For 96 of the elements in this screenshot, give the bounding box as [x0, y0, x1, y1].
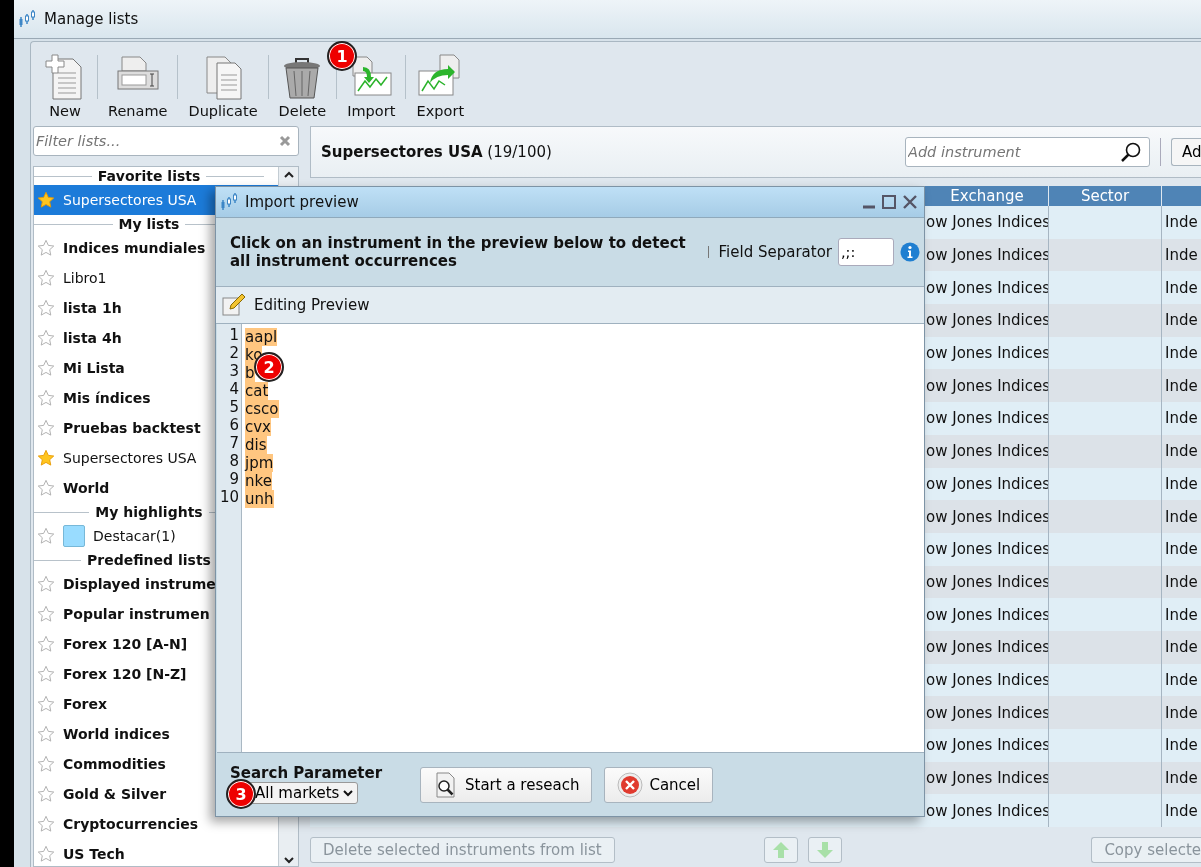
line-number: 8 [229, 452, 240, 470]
star-icon[interactable] [37, 419, 55, 437]
editing-preview-label: Editing Preview [254, 296, 370, 314]
star-icon[interactable] [37, 575, 55, 593]
table-cell-text: Inde [1164, 245, 1199, 267]
cancel-button[interactable]: Cancel [604, 766, 714, 803]
star-icon[interactable] [37, 845, 55, 863]
table-cell-text: Inde [1164, 768, 1199, 790]
list-item[interactable]: Cryptocurrencies [34, 809, 278, 839]
instrument-text[interactable]: csco [245, 400, 279, 418]
table-cell-text: Inde [1164, 637, 1199, 659]
star-icon[interactable] [37, 329, 55, 347]
table-cell-text: Inde [1164, 604, 1199, 626]
line-number: 1 [229, 326, 240, 344]
line-number: 2 [229, 344, 240, 362]
instrument-text[interactable]: cat [245, 382, 269, 400]
app-logo-icon [18, 9, 38, 29]
table-cell-text: Inde [1164, 343, 1199, 365]
instrument-text[interactable]: unh [245, 490, 274, 508]
star-icon[interactable] [37, 389, 55, 407]
duplicate-button[interactable]: Duplicate [182, 47, 264, 121]
line-number: 7 [229, 434, 240, 452]
star-icon[interactable] [37, 359, 55, 377]
star-icon[interactable] [37, 191, 55, 209]
table-cell-text: Inde [1164, 310, 1199, 332]
instrument-text[interactable]: cvx [245, 418, 271, 436]
star-icon[interactable] [37, 695, 55, 713]
down-arrow-icon [816, 841, 835, 859]
table-cell-text: Inde [1164, 441, 1199, 463]
table-cell-text: Inde [1164, 506, 1199, 528]
clear-icon [279, 135, 291, 147]
rename-button[interactable]: Rename [102, 47, 174, 121]
line-number: 10 [219, 488, 240, 506]
table-cell-text: Inde [1164, 408, 1199, 430]
instrument-text[interactable]: dis [245, 436, 267, 454]
table-cell-text: Inde [1164, 539, 1199, 561]
star-icon[interactable] [37, 605, 55, 623]
instruction-text: Click on an instrument in the preview below to detect all instrument occurrences [230, 234, 687, 270]
cancel-icon [617, 771, 644, 798]
instrument-text[interactable]: aapl [245, 328, 278, 346]
add-button[interactable]: Ad [1171, 138, 1201, 166]
star-icon[interactable] [37, 815, 55, 833]
group-header: Favorite lists [97, 168, 201, 184]
add-instrument-field[interactable]: Add instrument [905, 137, 1150, 167]
line-number: 9 [229, 470, 240, 488]
line-number: 6 [229, 416, 240, 434]
table-cell-text: Inde [1164, 800, 1199, 822]
list-title: Supersectores USA (19/100) [321, 143, 553, 161]
group-header: My lists [118, 216, 180, 232]
new-button[interactable]: New [37, 47, 93, 121]
star-icon[interactable] [37, 239, 55, 257]
star-icon[interactable] [37, 479, 55, 497]
star-icon[interactable] [37, 269, 55, 287]
move-down-button[interactable] [808, 837, 843, 863]
field-separator-field[interactable]: ,;: [838, 238, 894, 266]
star-icon[interactable] [37, 635, 55, 653]
pencil-icon [222, 293, 246, 317]
line-number: 5 [229, 398, 240, 416]
group-header: Predefined lists [87, 552, 211, 568]
instrument-text[interactable]: nke [245, 472, 272, 490]
close-icon[interactable] [902, 194, 918, 210]
up-arrow-icon [772, 841, 791, 859]
search-parameter-label: Search Parameter [230, 763, 384, 782]
table-cell-text: Inde [1164, 277, 1199, 299]
field-separator-label: Field Separator [718, 243, 832, 261]
table-cell-text: Inde [1164, 375, 1199, 397]
line-number: 3 [229, 362, 240, 380]
star-icon[interactable] [37, 449, 55, 467]
window-title: Manage lists [44, 10, 139, 28]
info-icon[interactable] [900, 242, 920, 262]
table-cell-text: Inde [1164, 571, 1199, 593]
table-cell-text: Inde [1164, 212, 1199, 234]
caret-icon [343, 788, 354, 797]
line-number: 4 [229, 380, 240, 398]
star-icon[interactable] [37, 785, 55, 803]
search-icon [1120, 141, 1142, 163]
maximize-icon[interactable] [881, 194, 897, 210]
filter-field[interactable]: Filter lists... [33, 126, 299, 156]
instrument-text[interactable]: jpm [245, 454, 274, 472]
market-select[interactable]: All markets [248, 781, 359, 804]
star-icon[interactable] [37, 665, 55, 683]
group-header: My highlights [95, 504, 203, 520]
list-item[interactable]: US Tech [34, 839, 278, 866]
star-icon[interactable] [37, 299, 55, 317]
star-icon[interactable] [37, 527, 55, 545]
app-logo-icon [220, 192, 240, 212]
star-icon[interactable] [37, 755, 55, 773]
move-up-button[interactable] [764, 837, 799, 863]
table-cell-text: Inde [1164, 702, 1199, 724]
start-search-button[interactable]: Start a reseach [420, 766, 593, 803]
table-cell-text: Inde [1164, 735, 1199, 757]
table-cell-text: Inde [1164, 473, 1199, 495]
table-cell-text: Inde [1164, 669, 1199, 691]
star-icon[interactable] [37, 725, 55, 743]
export-button[interactable]: Export [410, 47, 471, 121]
instrument-text[interactable]: b [245, 364, 255, 382]
